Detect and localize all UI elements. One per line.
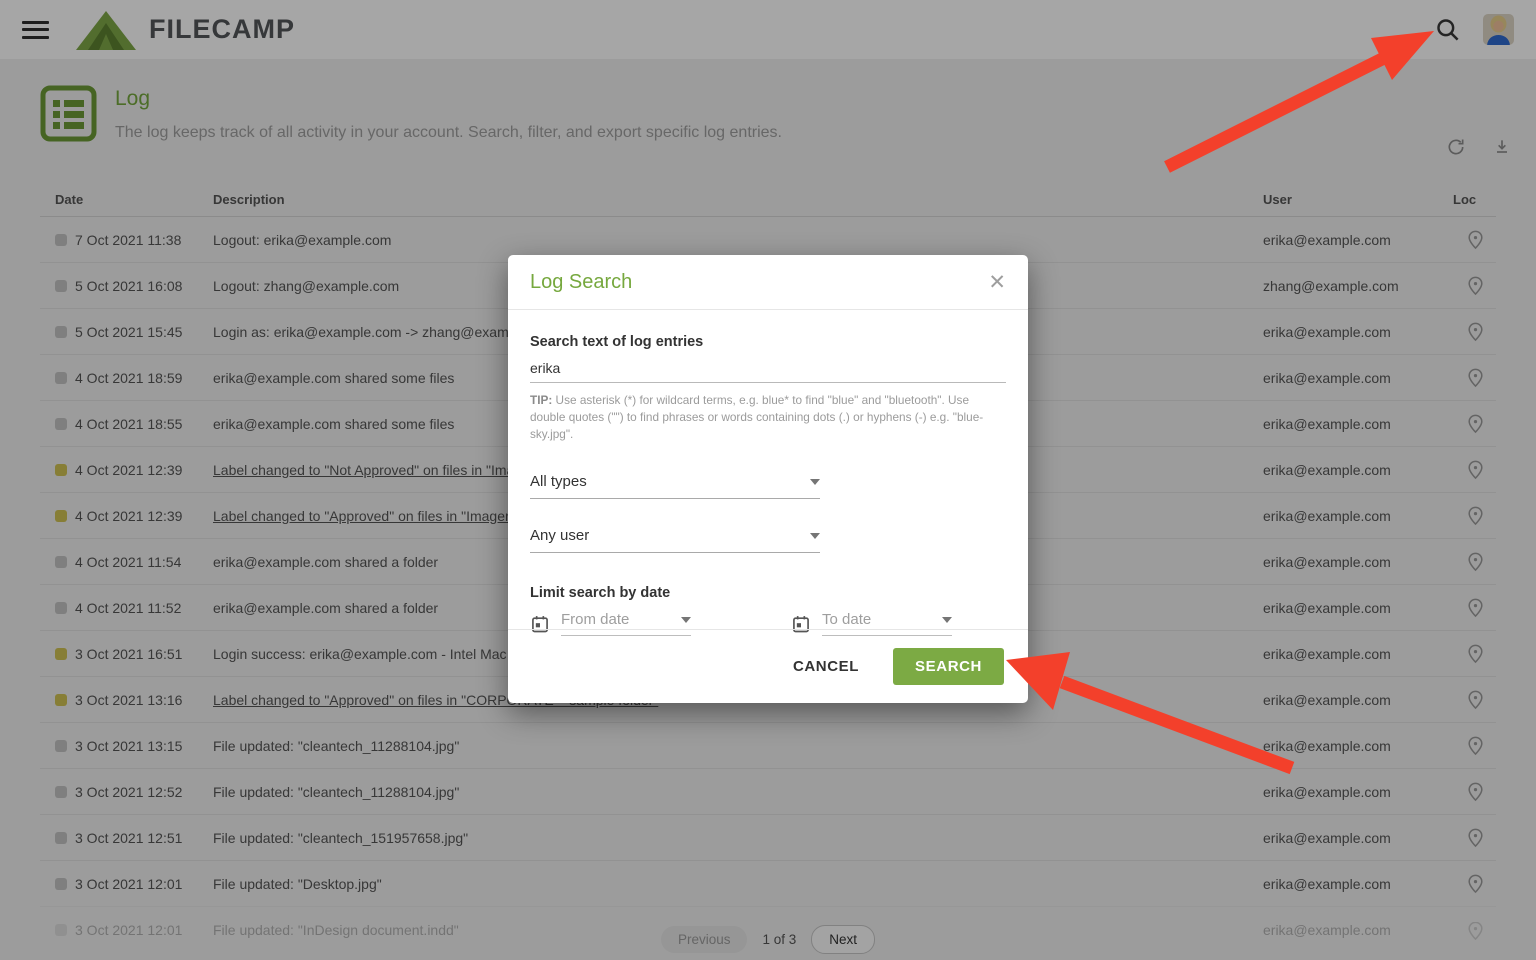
- tip-prefix: TIP:: [530, 393, 552, 407]
- type-filter-select[interactable]: All types: [530, 473, 820, 499]
- chevron-down-icon: [942, 617, 952, 623]
- log-search-dialog: Log Search ✕ Search text of log entries …: [508, 255, 1028, 703]
- search-button[interactable]: SEARCH: [893, 648, 1004, 685]
- search-input[interactable]: erika: [530, 360, 1006, 376]
- dialog-title: Log Search: [530, 271, 632, 294]
- close-icon[interactable]: ✕: [988, 272, 1006, 293]
- user-filter-select[interactable]: Any user: [530, 527, 820, 553]
- search-text-label: Search text of log entries: [530, 334, 1006, 350]
- cancel-button[interactable]: CANCEL: [793, 658, 859, 675]
- chevron-down-icon: [810, 533, 820, 539]
- chevron-down-icon: [681, 617, 691, 623]
- chevron-down-icon: [810, 479, 820, 485]
- date-limit-label: Limit search by date: [530, 585, 1006, 601]
- tip-text: TIP: Use asterisk (*) for wildcard terms…: [530, 392, 1006, 443]
- search-input-underline: [530, 382, 1006, 383]
